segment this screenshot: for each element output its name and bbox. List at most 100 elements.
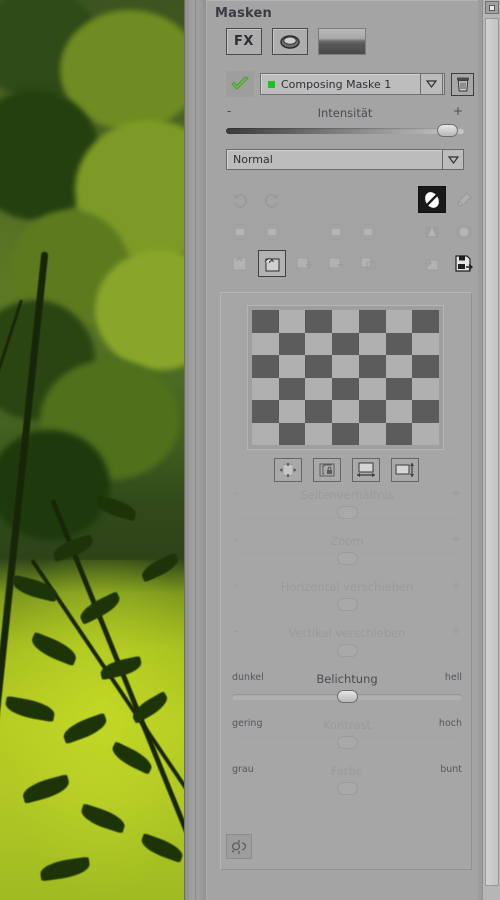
color-slider[interactable]: grau Farbe bunt [232,764,462,795]
mask-box-2-button[interactable] [258,218,286,245]
mask-name-field[interactable]: Composing Maske 1 [260,73,445,95]
color-slider-track[interactable] [232,782,462,795]
image-preview-canvas[interactable] [0,0,184,900]
aspect-ratio-slider-labels: - Seitenverhältnis + [232,486,462,505]
page-title: Masken [215,6,273,21]
width-icon [356,462,375,477]
intensity-track[interactable] [226,124,464,137]
contrast-slider-track[interactable] [232,736,462,749]
checker-cell [252,400,279,423]
checker-cell [252,332,279,355]
vertical-shift-slider[interactable]: - Vertikal verschieben + [232,624,462,657]
gradient-linear-button[interactable] [418,218,446,245]
color-slider-knob[interactable] [337,782,358,795]
zoom-slider-label: Zoom [330,534,364,548]
blend-mode-value: Normal [233,153,273,166]
panel-scrollbar[interactable] [482,0,500,900]
layer-subtract-button[interactable] [322,250,350,277]
aspect-ratio-slider-track[interactable] [232,506,462,519]
horizontal-shift-slider-labels: - Horizontal verschieben + [232,578,462,597]
mask-color-swatch [268,80,275,88]
aspect-ratio-slider[interactable]: - Seitenverhältnis + [232,486,462,519]
scrollbar-thumb[interactable] [485,18,499,886]
undo-button[interactable] [226,186,254,213]
layer-add-button[interactable] [290,250,318,277]
intensity-slider[interactable]: - Intensität + [226,104,464,137]
gradient-radial-button[interactable] [450,218,478,245]
height-button[interactable] [390,458,419,482]
mask-box-3-icon [327,224,345,239]
color-slider-labels: grau Farbe bunt [232,764,462,781]
save-export-button[interactable] [450,250,478,277]
scroll-up-button[interactable] [485,1,499,14]
checkerboard-preview[interactable] [247,305,444,450]
reset-button[interactable] [226,834,252,859]
intensity-knob[interactable] [437,124,459,137]
fx-button[interactable]: FX [226,28,262,55]
color-slider-label: Farbe [331,764,363,778]
zoom-slider-labels: - Zoom + [232,532,462,551]
reset-refresh-icon [231,839,246,854]
layer-select-icon [264,257,280,271]
blend-mode-select[interactable]: Normal [226,149,464,170]
fit-expand-button[interactable] [273,458,302,482]
mask-visibility-toggle[interactable] [226,71,254,97]
exposure-slider-track[interactable] [232,690,462,703]
zoom-slider-track[interactable] [232,552,462,565]
lens-filter-button[interactable] [272,28,308,55]
horizontal-shift-slider-knob[interactable] [337,598,358,611]
exposure-slider-knob[interactable] [337,690,358,703]
chevron-down-icon [426,80,437,88]
thumbnail-image [319,29,365,54]
image-thumbnail-button[interactable] [318,28,366,55]
mask-box-4-icon [359,224,377,239]
checker-cell [358,422,386,445]
zoom-slider[interactable]: - Zoom + [232,532,462,565]
layer-subtract-icon [328,257,344,268]
zoom-slider-max-label[interactable]: + [451,532,461,546]
contrast-slider[interactable]: gering Kontrast hoch [232,718,462,749]
vertical-shift-slider-labels: - Vertikal verschieben + [232,624,462,643]
checker-cell [332,310,359,333]
width-button[interactable] [351,458,380,482]
lock-aspect-ratio-button[interactable] [312,458,341,482]
mask-box-4-button[interactable] [354,218,382,245]
checker-cell [358,355,386,378]
brush-button[interactable] [450,186,478,213]
aspect-ratio-slider-max-label[interactable]: + [451,486,461,500]
zoom-slider-knob[interactable] [337,552,358,565]
invert-mask-button[interactable] [418,186,446,213]
exposure-slider[interactable]: dunkel Belichtung hell [232,672,462,703]
mask-box-1-button[interactable] [226,218,254,245]
vertical-shift-slider-knob[interactable] [337,644,358,657]
mask-box-3-button[interactable] [322,218,350,245]
layer-add-icon [296,257,312,268]
vertical-shift-slider-max-label[interactable]: + [451,624,461,638]
horizontal-shift-slider-max-label[interactable]: + [451,578,461,592]
mask-dropdown-button[interactable] [420,73,443,95]
height-icon [395,463,414,477]
contrast-slider-knob[interactable] [337,736,358,749]
layer-new-button[interactable] [226,250,254,277]
horizontal-shift-slider-track[interactable] [232,598,462,611]
layer-import-button[interactable] [418,250,446,277]
aspect-ratio-slider-knob[interactable] [337,506,358,519]
blend-mode-dropdown-button[interactable] [442,150,463,169]
horizontal-shift-slider[interactable]: - Horizontal verschieben + [232,578,462,611]
checker-cell [252,310,279,333]
layer-intersect-button[interactable] [354,250,382,277]
checker-cell [385,355,413,378]
intensity-increase[interactable]: + [453,104,463,118]
invert-mask-icon [424,191,440,208]
color-slider-max-label: bunt [440,764,462,775]
checker-cell [305,355,333,378]
checker-cell [412,310,439,333]
tool-row-mask-shapes [207,218,479,248]
delete-mask-button[interactable] [451,72,474,96]
checker-cell [385,310,413,333]
layer-select-button[interactable] [258,250,286,277]
gradient-radial-icon [457,225,471,238]
masks-panel: Masken FX Composing Maske 1 - Intensität… [206,0,478,900]
redo-button[interactable] [258,186,286,213]
vertical-shift-slider-track[interactable] [232,644,462,657]
